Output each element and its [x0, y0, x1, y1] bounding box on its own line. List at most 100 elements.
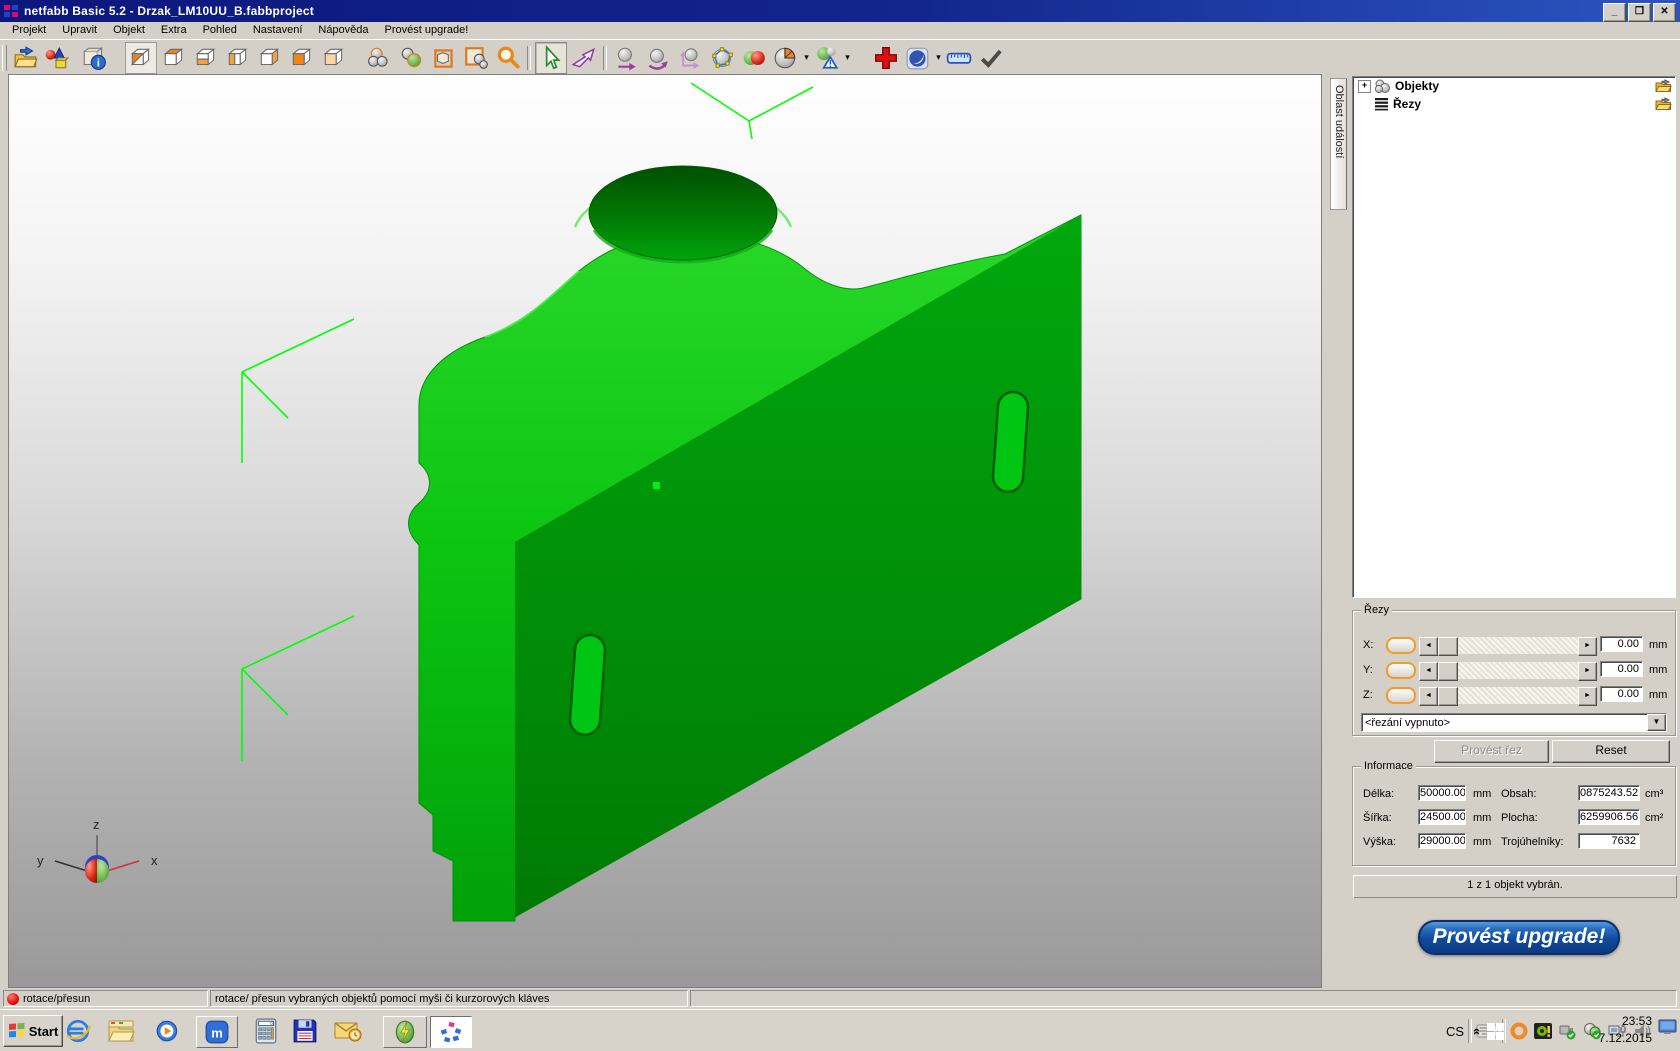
view-right-icon[interactable]	[255, 43, 285, 73]
tray-chevron-icon[interactable]: «	[1470, 1027, 1485, 1034]
slider-track[interactable]	[1458, 662, 1578, 679]
open-project-icon[interactable]	[11, 43, 41, 73]
start-button[interactable]: Start	[3, 1015, 63, 1047]
measure-icon[interactable]	[944, 43, 974, 73]
add-parts-icon[interactable]	[41, 43, 71, 73]
model-bearing-holder[interactable]	[409, 166, 1082, 921]
zoom-icon[interactable]	[493, 43, 523, 73]
collision-check-icon[interactable]	[739, 43, 769, 73]
slider-thumb[interactable]	[1438, 662, 1458, 681]
ql-spybot-icon[interactable]	[383, 1016, 427, 1048]
ql-save-icon[interactable]	[289, 1016, 321, 1046]
slider-thumb[interactable]	[1438, 637, 1458, 656]
scroll-right-icon[interactable]: ►	[1578, 687, 1597, 706]
slider-track[interactable]	[1458, 687, 1578, 704]
scroll-left-icon[interactable]: ◄	[1419, 662, 1438, 681]
rotate-tool-icon[interactable]	[643, 43, 673, 73]
menu-provest-upgrade[interactable]: Provést upgrade!	[377, 23, 477, 38]
tray-usb-icon[interactable]	[1558, 1022, 1577, 1040]
menu-objekt[interactable]: Objekt	[105, 23, 153, 38]
menu-napoveda[interactable]: Nápověda	[310, 23, 376, 38]
execute-cut-button[interactable]: Provést řez	[1434, 740, 1549, 763]
tray-orange-ring-icon[interactable]	[1510, 1022, 1528, 1040]
length-value[interactable]: 50000.00	[1418, 785, 1466, 801]
cut-z-toggle-button[interactable]	[1386, 687, 1416, 704]
tray-nvidia-icon[interactable]	[1534, 1022, 1552, 1040]
scale-tool-icon[interactable]	[675, 43, 705, 73]
toolbar-grip[interactable]	[2, 45, 7, 71]
viewport-scene[interactable]: z y x	[9, 75, 1321, 987]
tray-clock[interactable]: 23:53 7.12.2015	[1599, 1013, 1652, 1047]
edit-mesh-icon[interactable]	[707, 43, 737, 73]
menu-projekt[interactable]: Projekt	[4, 23, 54, 38]
tray-windows-icon[interactable]	[1487, 1023, 1504, 1040]
area-value[interactable]: 6259906.56	[1578, 809, 1640, 825]
ql-calculator-icon[interactable]: 0	[250, 1016, 282, 1046]
scroll-right-icon[interactable]: ►	[1578, 637, 1597, 656]
scroll-left-icon[interactable]: ◄	[1419, 637, 1438, 656]
tree-row-objects[interactable]: + Objekty	[1353, 77, 1675, 95]
cut-z-value-input[interactable]: 0.00	[1600, 686, 1643, 702]
open-folder-icon[interactable]	[1655, 79, 1672, 93]
view-left-icon[interactable]	[223, 43, 253, 73]
upgrade-button[interactable]: Provést upgrade!	[1418, 920, 1620, 955]
minimize-button[interactable]: _	[1603, 3, 1626, 22]
cut-x-slider[interactable]: ◄ ►	[1419, 637, 1597, 654]
select-tool-icon[interactable]	[535, 42, 567, 74]
tree-row-cuts[interactable]: Řezy	[1353, 95, 1675, 113]
ql-netfabb-icon[interactable]	[430, 1016, 472, 1048]
view-back-icon[interactable]	[319, 43, 349, 73]
shells-warning-icon[interactable]	[812, 43, 842, 73]
events-area-tab[interactable]: Oblast událostí	[1330, 78, 1347, 210]
triangles-value[interactable]: 7632	[1578, 833, 1640, 849]
language-indicator[interactable]: CS	[1446, 1024, 1464, 1039]
repair-icon[interactable]	[871, 43, 901, 73]
ql-wmp-icon[interactable]	[152, 1016, 184, 1046]
reset-button[interactable]: Reset	[1552, 740, 1670, 763]
ql-maxthon-icon[interactable]: m	[196, 1016, 238, 1048]
show-all-icon[interactable]	[461, 43, 491, 73]
tree-objects-label[interactable]: Objekty	[1395, 79, 1439, 93]
scroll-left-icon[interactable]: ◄	[1419, 687, 1438, 706]
cut-pie-icon[interactable]	[771, 43, 801, 73]
show-selected-icon[interactable]	[397, 43, 427, 73]
cut-pie-dropdown-icon[interactable]: ▾	[801, 52, 812, 63]
open-folder-icon[interactable]	[1655, 97, 1672, 111]
height-value[interactable]: 29000.00	[1418, 833, 1466, 849]
shells-dropdown-icon[interactable]: ▾	[842, 52, 853, 63]
move-tool-icon[interactable]	[611, 43, 641, 73]
tree-cuts-label[interactable]: Řezy	[1393, 97, 1421, 111]
slider-track[interactable]	[1458, 637, 1578, 654]
ql-ie-icon[interactable]	[62, 1016, 94, 1046]
view-front-icon[interactable]	[287, 43, 317, 73]
maximize-button[interactable]: ❐	[1628, 3, 1651, 22]
cut-y-slider[interactable]: ◄ ►	[1419, 662, 1597, 679]
view-isometric-icon[interactable]	[125, 42, 157, 74]
width-value[interactable]: 24500.00	[1418, 809, 1466, 825]
titlebar[interactable]: netfabb Basic 5.2 - Drzak_LM10UU_B.fabbp…	[0, 0, 1680, 22]
surface-repair-dropdown-icon[interactable]: ▾	[933, 52, 944, 63]
cut-z-slider[interactable]: ◄ ►	[1419, 687, 1597, 704]
menu-nastaveni[interactable]: Nastavení	[245, 23, 311, 38]
close-button[interactable]: ✕	[1653, 3, 1676, 22]
view-bottom-icon[interactable]	[191, 43, 221, 73]
cut-y-toggle-button[interactable]	[1386, 662, 1416, 679]
menu-extra[interactable]: Extra	[153, 23, 195, 38]
transform-tool-icon[interactable]	[569, 43, 599, 73]
surface-repair-icon[interactable]	[903, 43, 933, 73]
viewport-3d[interactable]: z y x	[8, 74, 1322, 988]
cut-y-value-input[interactable]: 0.00	[1600, 661, 1643, 677]
show-desktop-button[interactable]	[1658, 1018, 1678, 1039]
cut-x-value-input[interactable]: 0.00	[1600, 636, 1643, 652]
dropdown-arrow-icon[interactable]: ▼	[1647, 714, 1666, 731]
expander-icon[interactable]: +	[1358, 80, 1371, 93]
validate-icon[interactable]	[976, 43, 1006, 73]
cut-mode-dropdown[interactable]: <řezání vypnuto> ▼	[1361, 713, 1667, 732]
project-info-icon[interactable]: i	[79, 43, 109, 73]
cut-x-toggle-button[interactable]	[1386, 637, 1416, 654]
volume-value[interactable]: 0875243.52	[1578, 785, 1640, 801]
ql-explorer-icon[interactable]	[105, 1016, 137, 1046]
show-parts-icon[interactable]	[365, 43, 395, 73]
show-platform-icon[interactable]	[429, 43, 459, 73]
ql-outlook-icon[interactable]	[332, 1016, 364, 1046]
